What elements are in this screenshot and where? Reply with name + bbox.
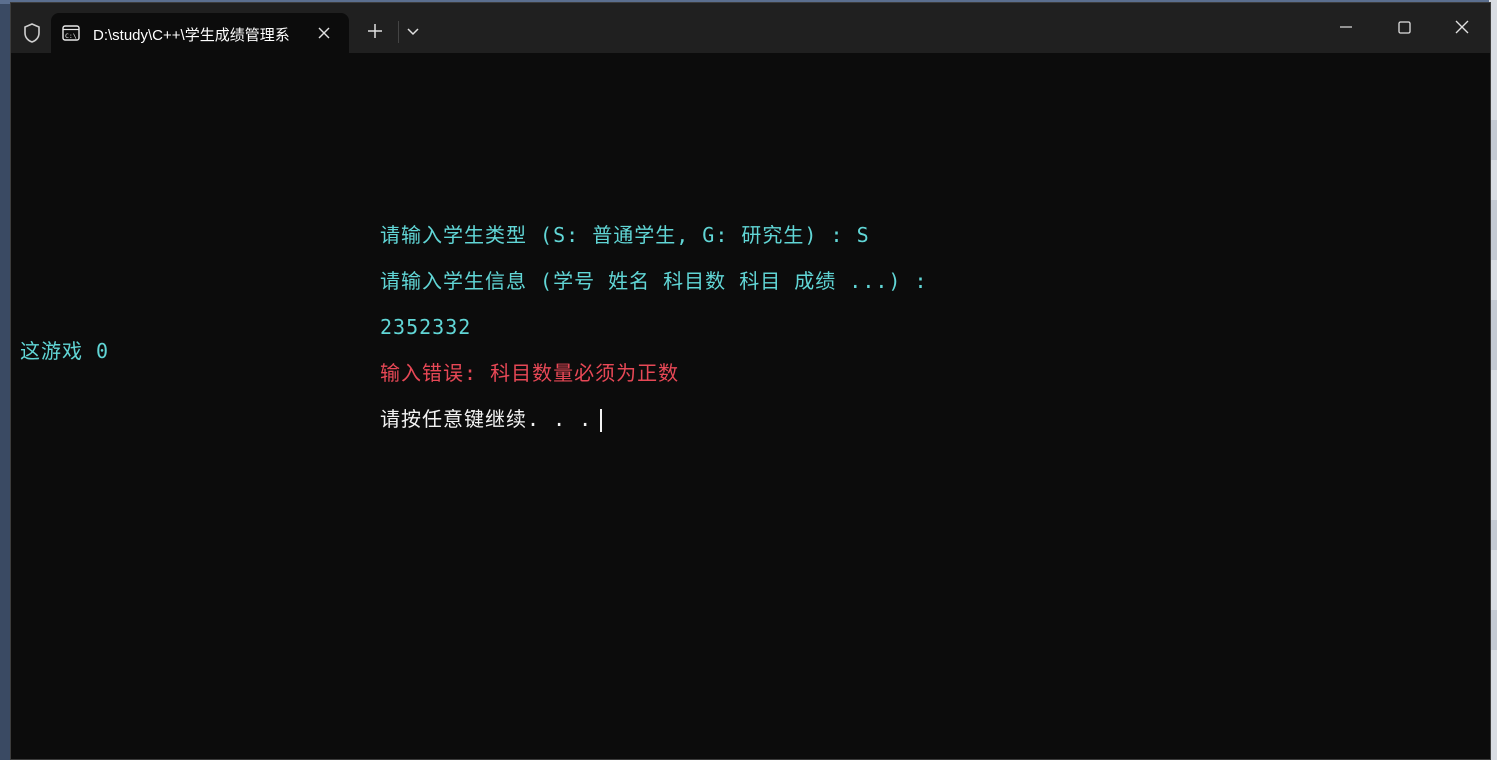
close-icon[interactable] [1439,11,1485,43]
terminal-window: C:\ D:\study\C++\学生成绩管理系 这游戏 0 请输入学生类型 (… [10,2,1491,760]
console-line: 请输入学生信息 (学号 姓名 科目数 科目 成绩 ...) : [380,269,928,293]
maximize-icon[interactable] [1381,11,1427,43]
minimize-icon[interactable] [1323,11,1369,43]
svg-text:C:\: C:\ [65,32,77,40]
close-icon[interactable] [315,24,333,42]
shield-icon [21,22,43,44]
tab-title: D:\study\C++\学生成绩管理系 [93,27,290,44]
plus-icon[interactable] [363,19,387,43]
text-cursor [600,409,603,432]
side-text: 这游戏 0 [20,339,110,363]
tab-active[interactable]: C:\ D:\study\C++\学生成绩管理系 [51,13,349,53]
tab-separator [398,21,399,43]
console-line: 2352332 [380,315,472,339]
terminal-icon: C:\ [62,25,80,41]
error-line: 输入错误: 科目数量必须为正数 [380,361,680,385]
title-bar: C:\ D:\study\C++\学生成绩管理系 [11,3,1490,53]
prompt-line: 请按任意键继续. . . [380,407,603,432]
prompt-text: 请按任意键继续. . . [380,407,593,431]
chevron-down-icon[interactable] [402,21,424,43]
console-output[interactable]: 这游戏 0 请输入学生类型 (S: 普通学生, G: 研究生) : S 请输入学… [11,53,1490,759]
console-line: 请输入学生类型 (S: 普通学生, G: 研究生) : S [380,223,870,247]
